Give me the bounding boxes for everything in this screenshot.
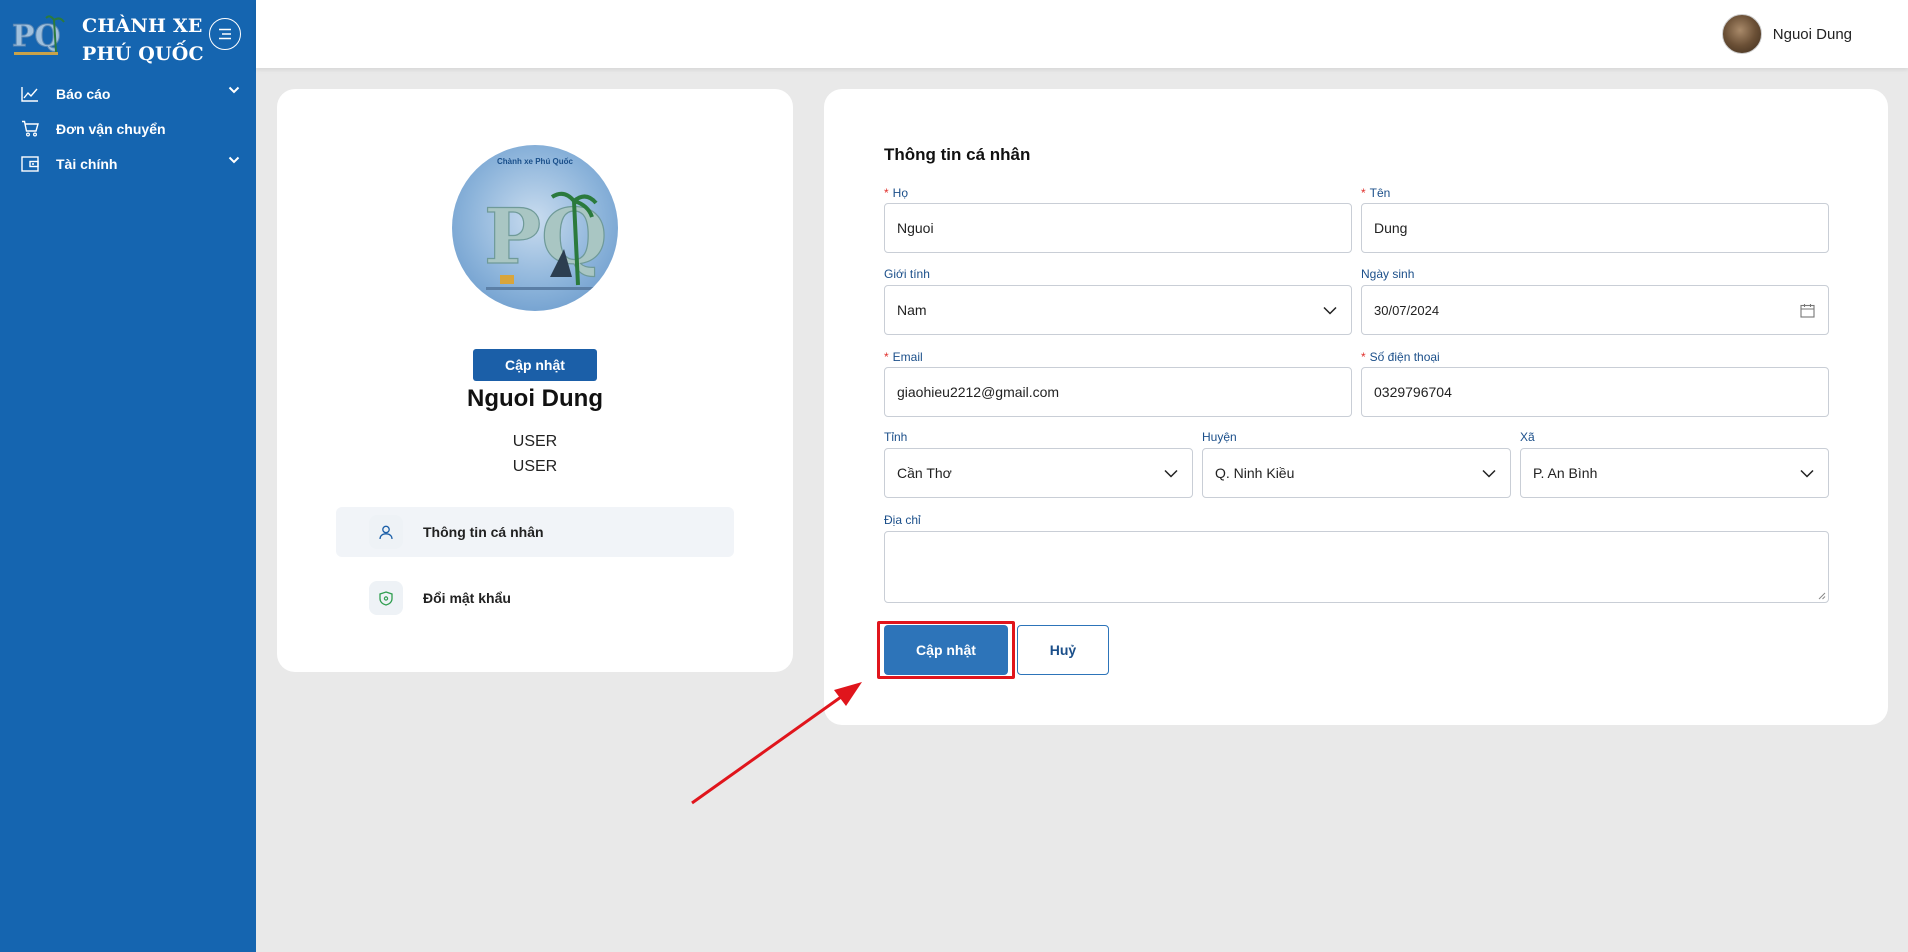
shield-icon xyxy=(369,581,403,615)
sidebar-item-tai-chinh[interactable]: Tài chính xyxy=(0,146,256,181)
sidebar-item-label: Tài chính xyxy=(56,155,118,172)
brand-name: CHÀNH XE PHÚ QUỐC xyxy=(82,12,204,68)
avatar-update-button[interactable]: Cập nhật xyxy=(473,349,597,381)
gioi-tinh-label: Giới tính xyxy=(884,267,930,281)
line-chart-icon xyxy=(20,84,40,104)
sidebar-item-bao-cao[interactable]: Báo cáo xyxy=(0,76,256,111)
profile-card: Chành xe Phú Quốc PQ Cập nhật Nguoi Dung… xyxy=(277,89,793,672)
brand-logo: PQ xyxy=(12,15,65,55)
profile-menu-label: Thông tin cá nhân xyxy=(423,524,544,540)
tinh-select[interactable]: Cần Thơ xyxy=(884,448,1193,498)
tinh-value: Cần Thơ xyxy=(897,465,952,481)
sidebar-item-don-van-chuyen[interactable]: Đơn vận chuyển xyxy=(0,111,256,146)
profile-menu-doi-mat-khau[interactable]: Đổi mật khẩu xyxy=(336,573,734,623)
ten-label: * Tên xyxy=(1361,186,1391,200)
brand: PQ CHÀNH XE PHÚ QUỐC xyxy=(10,10,246,68)
profile-menu-thong-tin-ca-nhan[interactable]: Thông tin cá nhân xyxy=(336,507,734,557)
gioi-tinh-select[interactable]: Nam xyxy=(884,285,1352,335)
ten-input[interactable]: Dung xyxy=(1361,203,1829,253)
svg-text:PQ: PQ xyxy=(484,192,607,281)
form-title: Thông tin cá nhân xyxy=(884,145,1031,164)
profile-name: Nguoi Dung xyxy=(467,385,603,412)
chevron-down-icon xyxy=(228,86,240,94)
dia-chi-textarea[interactable] xyxy=(884,531,1829,603)
cancel-button[interactable]: Huỷ xyxy=(1017,625,1109,675)
sidebar-nav: Báo cáo Đơn vận chuyển Tài chính xyxy=(0,76,256,181)
required-mark: * xyxy=(884,186,889,200)
email-input[interactable]: giaohieu2212@gmail.com xyxy=(884,367,1352,417)
chevron-down-icon xyxy=(1321,301,1339,319)
avatar xyxy=(1721,14,1762,54)
calendar-icon[interactable] xyxy=(1798,301,1816,319)
chevron-down-icon xyxy=(1480,464,1498,482)
tinh-label: Tỉnh xyxy=(884,430,908,444)
top-header: Nguoi Dung xyxy=(256,0,1908,68)
huyen-label: Huyện xyxy=(1202,430,1237,444)
ten-value: Dung xyxy=(1374,220,1408,236)
profile-avatar: Chành xe Phú Quốc PQ xyxy=(452,145,618,311)
wallet-icon xyxy=(20,154,40,174)
resize-handle-icon[interactable] xyxy=(1817,591,1826,600)
user-menu[interactable]: Nguoi Dung xyxy=(1721,14,1852,54)
user-icon xyxy=(369,515,403,549)
sidebar-item-label: Báo cáo xyxy=(56,85,111,102)
personal-info-form: Thông tin cá nhân * Họ Nguoi * Tên Dung Gi… xyxy=(824,89,1888,725)
huyen-select[interactable]: Q. Ninh Kiều xyxy=(1202,448,1511,498)
chevron-down-icon xyxy=(1798,464,1816,482)
brand-name-line1: CHÀNH XE xyxy=(82,15,203,37)
header-user-name: Nguoi Dung xyxy=(1772,25,1852,43)
phone-input[interactable]: 0329796704 xyxy=(1361,367,1829,417)
required-mark: * xyxy=(1361,350,1366,364)
ho-label: * Họ xyxy=(884,186,909,200)
ngay-sinh-label: Ngày sinh xyxy=(1361,267,1415,281)
brand-name-line2: PHÚ QUỐC xyxy=(82,43,204,65)
cart-icon xyxy=(20,119,40,139)
required-mark: * xyxy=(884,350,889,364)
phone-value: 0329796704 xyxy=(1374,384,1452,400)
email-label: * Email xyxy=(884,350,923,364)
dia-chi-label: Địa chỉ xyxy=(884,513,921,527)
submit-update-button[interactable]: Cập nhật xyxy=(884,625,1008,675)
ho-value: Nguoi xyxy=(897,220,934,236)
gioi-tinh-value: Nam xyxy=(897,302,927,318)
xa-value: P. An Bình xyxy=(1533,465,1598,481)
chevron-down-icon xyxy=(1162,464,1180,482)
sidebar: PQ CHÀNH XE PHÚ QUỐC Báo cáo Đơn vận chu… xyxy=(0,0,256,952)
pq-logo-image: PQ xyxy=(483,191,608,290)
menu-toggle-button[interactable] xyxy=(209,18,241,50)
ho-input[interactable]: Nguoi xyxy=(884,203,1352,253)
xa-select[interactable]: P. An Bình xyxy=(1520,448,1829,498)
chevron-down-icon xyxy=(228,156,240,164)
huyen-value: Q. Ninh Kiều xyxy=(1215,465,1295,481)
profile-menu-label: Đổi mật khẩu xyxy=(423,590,511,606)
email-value: giaohieu2212@gmail.com xyxy=(897,384,1060,400)
profile-role: USER xyxy=(512,458,558,475)
sidebar-item-label: Đơn vận chuyển xyxy=(56,120,166,137)
xa-label: Xã xyxy=(1520,430,1535,444)
sdt-label: * Số điện thoại xyxy=(1361,350,1440,364)
ngay-sinh-datepicker[interactable]: 30/07/2024 xyxy=(1361,285,1829,335)
profile-role: USER xyxy=(512,433,558,450)
ngay-sinh-value: 30/07/2024 xyxy=(1374,302,1440,318)
required-mark: * xyxy=(1361,186,1366,200)
menu-lines-icon xyxy=(219,28,231,40)
